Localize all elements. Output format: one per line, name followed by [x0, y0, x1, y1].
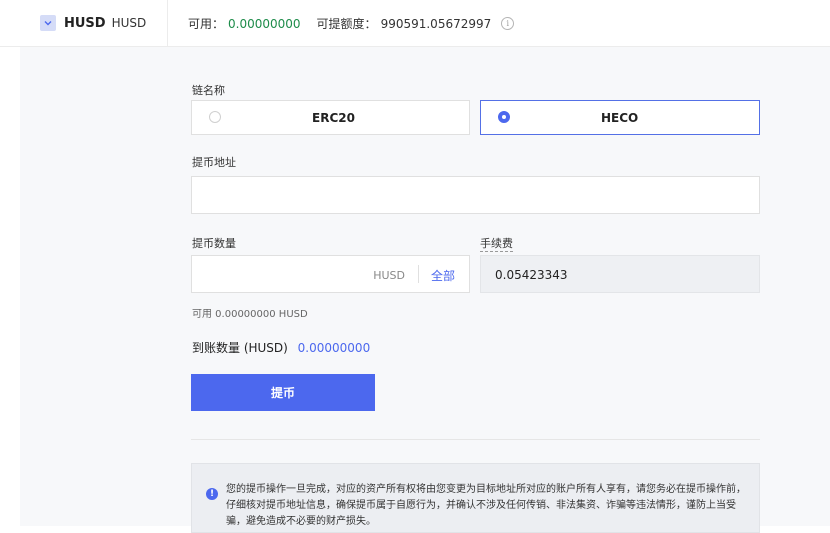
arrival-amount: 到账数量 (HUSD) 0.00000000 — [192, 339, 370, 356]
coin-selector[interactable]: HUSD HUSD — [20, 6, 158, 40]
unit-divider — [418, 265, 419, 283]
fee-label[interactable]: 手续费 — [480, 237, 513, 252]
chain-option-label: HECO — [601, 111, 639, 125]
risk-notice: ! 您的提币操作一旦完成，对应的资产所有权将由您变更为目标地址所对应的账户所有人… — [191, 463, 760, 533]
amount-unit: HUSD — [373, 269, 405, 282]
header-divider — [167, 0, 168, 46]
radio-checked-icon[interactable] — [498, 111, 510, 123]
amount-field[interactable]: HUSD 全部 — [191, 255, 470, 293]
divider — [191, 439, 760, 440]
address-input[interactable] — [192, 177, 759, 213]
available-label: 可用： — [188, 17, 225, 31]
address-field[interactable] — [191, 176, 760, 214]
withdraw-header: HUSD HUSD 可用： 0.00000000 可提额度： 990591.05… — [0, 0, 830, 47]
withdraw-all-button[interactable]: 全部 — [431, 267, 455, 284]
arrival-label: 到账数量 (HUSD) — [192, 341, 288, 355]
amount-label: 提币数量 — [192, 237, 236, 250]
fee-field: 0.05423343 — [480, 255, 760, 293]
amount-input[interactable] — [192, 256, 392, 292]
coin-subname: HUSD — [111, 16, 147, 30]
fee-label-wrap: 手续费 — [480, 235, 513, 252]
chevron-down-icon[interactable] — [40, 15, 56, 31]
notice-text: 您的提币操作一旦完成，对应的资产所有权将由您变更为目标地址所对应的账户所有人享有… — [226, 484, 746, 527]
chain-option-label: ERC20 — [312, 111, 355, 125]
chain-option-erc20[interactable]: ERC20 — [191, 100, 470, 135]
coin-name: HUSD — [64, 15, 106, 31]
withdraw-panel: 链名称 ERC20 HECO 提币地址 提币数量 HUSD 全部 手续费 0.0… — [20, 47, 830, 533]
fee-value: 0.05423343 — [495, 268, 568, 282]
chain-label: 链名称 — [192, 84, 225, 97]
warning-icon: ! — [206, 488, 218, 500]
address-label: 提币地址 — [192, 156, 236, 169]
available-value: 0.00000000 — [228, 16, 301, 31]
limit-value: 990591.05672997 — [380, 16, 492, 31]
info-icon[interactable]: i — [501, 17, 515, 30]
arrival-value: 0.00000000 — [297, 341, 371, 355]
available-amount: 可用 0.00000000 HUSD — [192, 309, 308, 320]
radio-unchecked-icon[interactable] — [209, 111, 221, 123]
balance-summary: 可用： 0.00000000 可提额度： 990591.05672997 i — [188, 15, 515, 32]
withdraw-button[interactable]: 提币 — [191, 374, 375, 411]
limit-label: 可提额度： — [316, 17, 377, 31]
chain-option-heco[interactable]: HECO — [480, 100, 760, 135]
